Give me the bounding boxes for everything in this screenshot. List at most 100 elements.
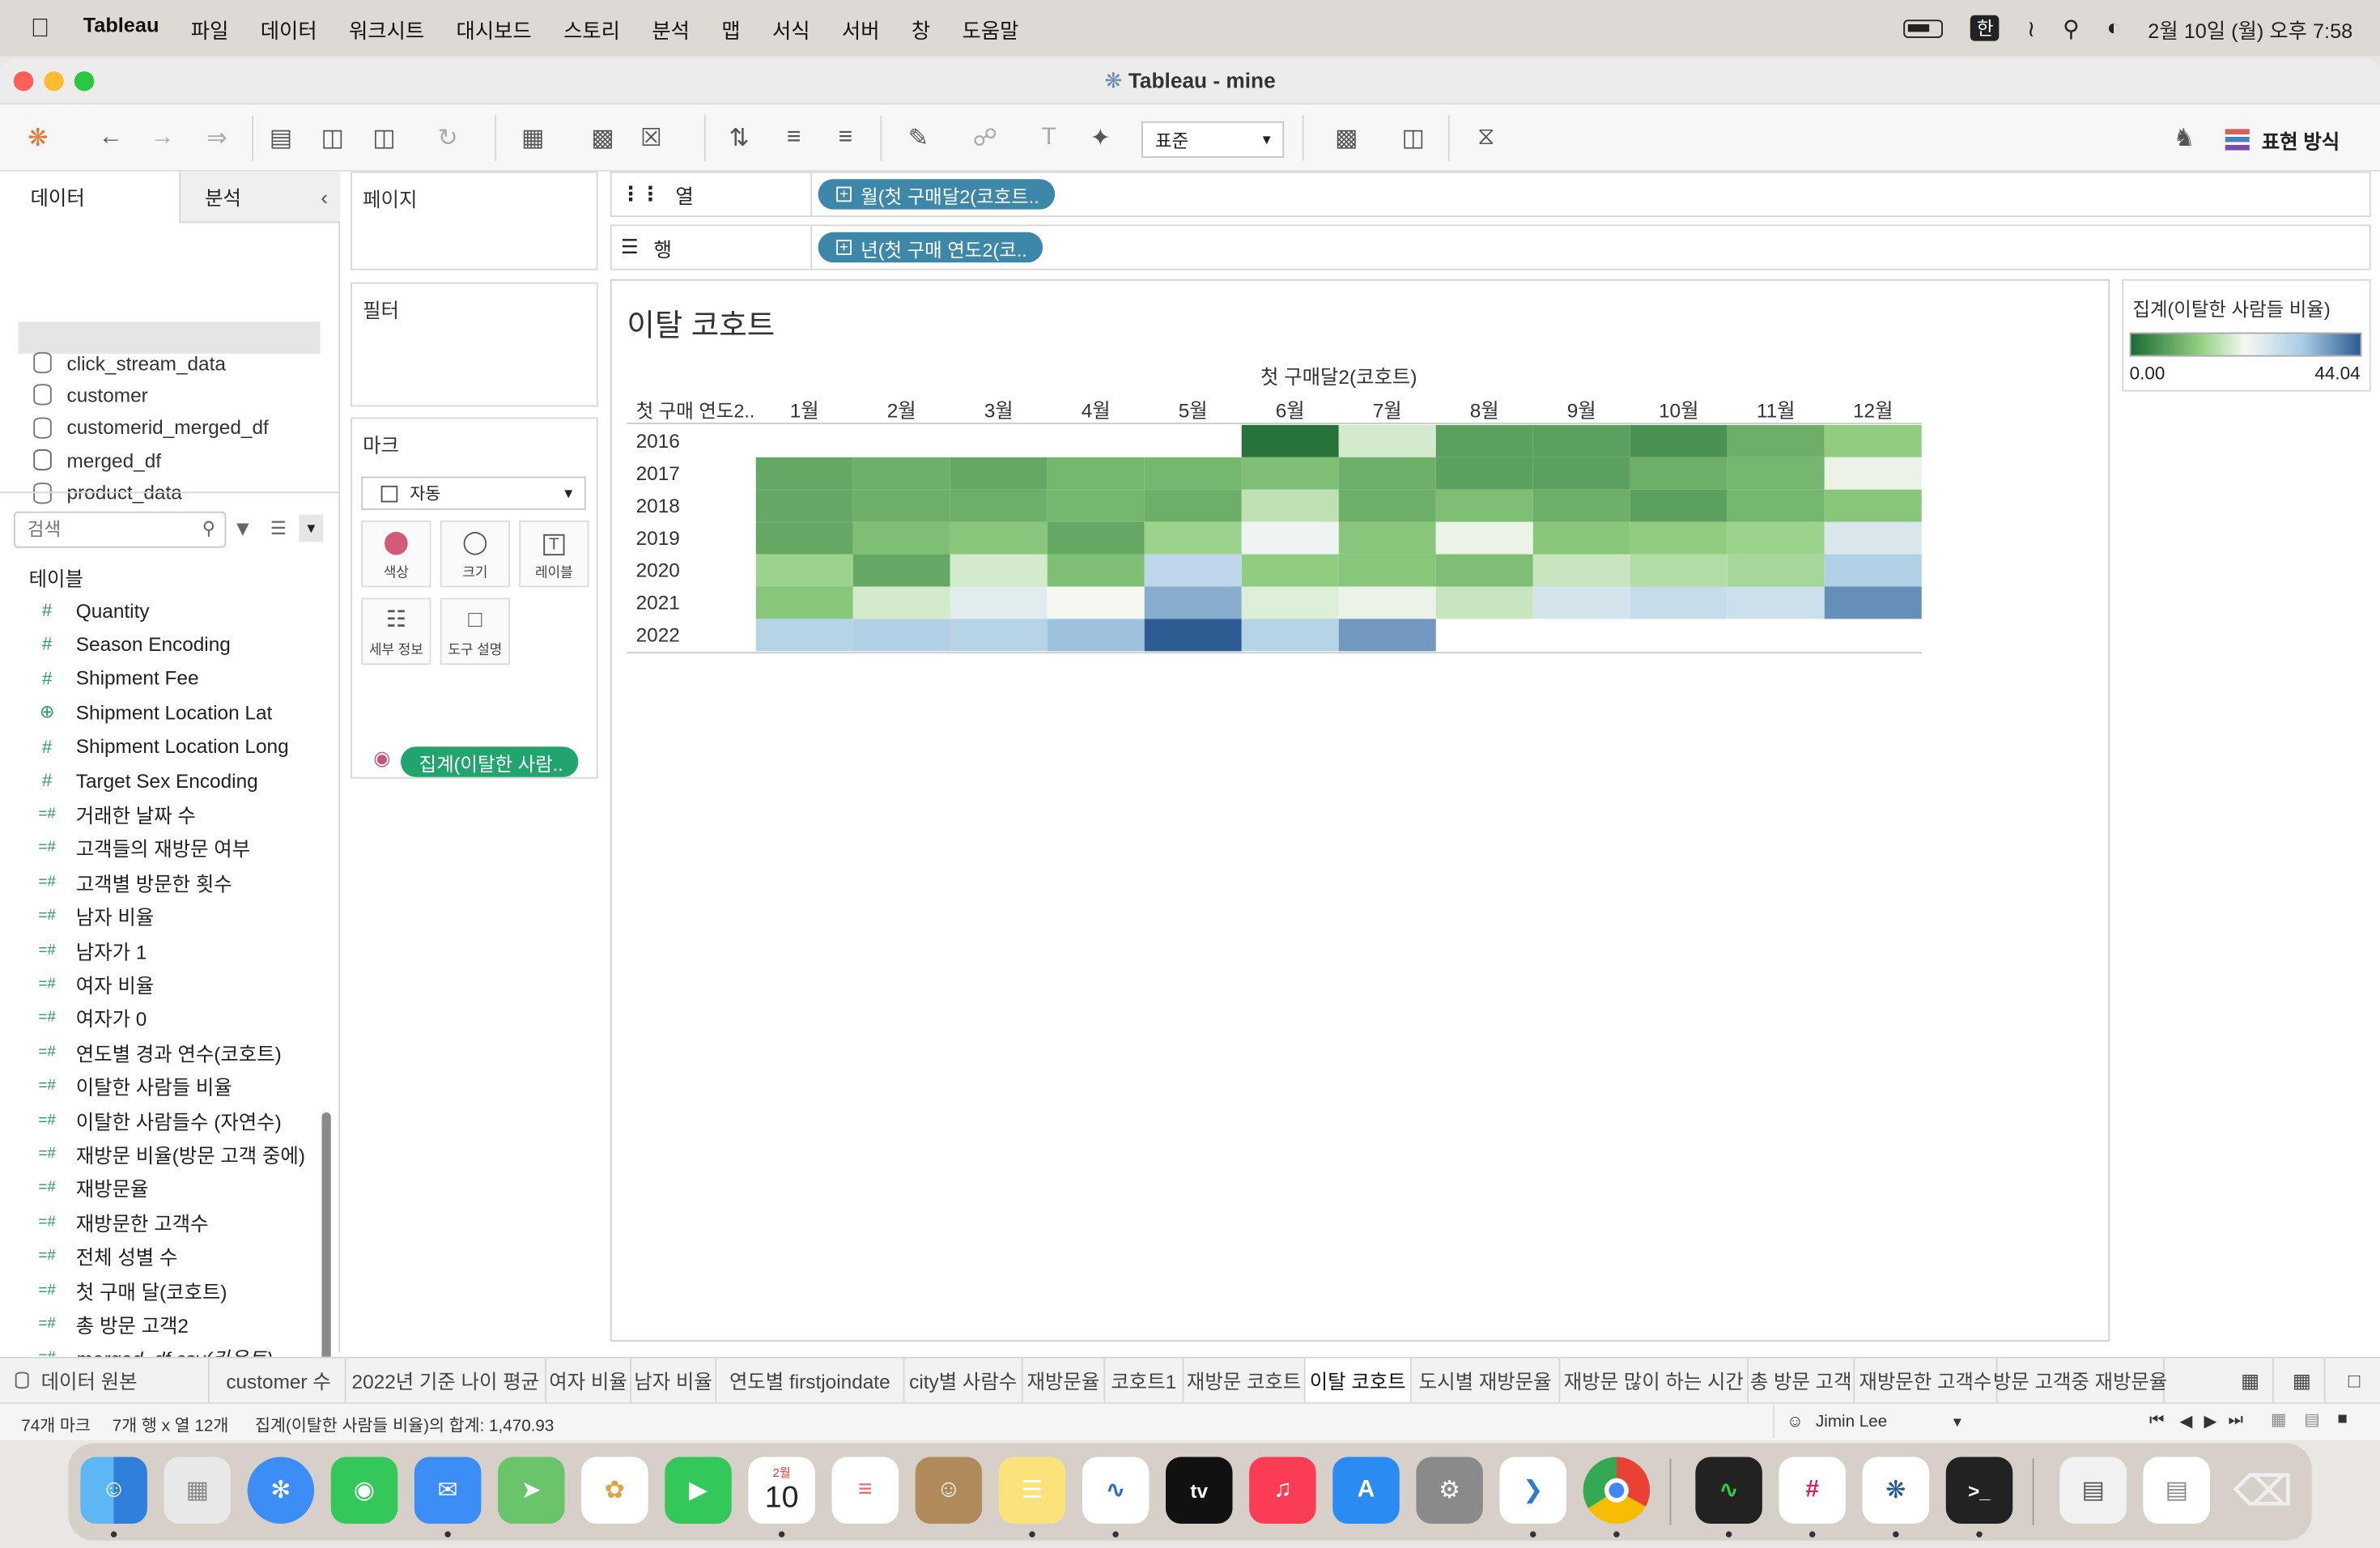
recent-window-icon[interactable]: ▤ xyxy=(2143,1457,2210,1524)
app-menu[interactable]: Tableau xyxy=(83,13,159,43)
field-item[interactable]: =# 재방문 비율(방문 고객 중에) xyxy=(33,1139,305,1169)
heatmap-cell[interactable] xyxy=(1532,489,1630,522)
field-item[interactable]: # Season Encoding xyxy=(33,629,231,659)
sheet-tab[interactable]: 여자 비율 xyxy=(546,1358,631,1403)
field-item[interactable]: =# 거래한 날짜 수 xyxy=(33,799,195,829)
field-item[interactable]: =# 남자가 1 xyxy=(33,935,147,965)
new-story-tab-icon[interactable]: □ xyxy=(2331,1359,2377,1402)
heatmap-cell[interactable] xyxy=(1338,424,1436,457)
heatmap-cell[interactable] xyxy=(1824,424,1922,457)
sheet-tab[interactable]: 2022년 기준 나이 평균 xyxy=(346,1358,546,1403)
clear-sheet-icon[interactable]: ☒ xyxy=(631,120,671,156)
menu-item[interactable]: 분석 xyxy=(652,13,690,43)
control-center-icon[interactable]: ◐ xyxy=(2107,15,2121,41)
heatmap-cell[interactable] xyxy=(755,521,853,555)
heatmap-cell[interactable] xyxy=(852,521,950,555)
field-item[interactable]: =# 여자 비율 xyxy=(33,969,154,999)
photos-icon[interactable]: ✿ xyxy=(581,1457,648,1524)
trash-icon[interactable]: ⌫ xyxy=(2229,1457,2297,1524)
new-worksheet-tab-icon[interactable]: ▦ xyxy=(2229,1358,2274,1403)
heatmap-cell[interactable] xyxy=(1338,586,1436,619)
tooltip-mark-button[interactable]: □ 도구 설명 xyxy=(440,598,510,666)
heatmap-cell[interactable] xyxy=(1338,457,1436,490)
field-item[interactable]: =# 총 방문 고객2 xyxy=(33,1309,189,1339)
heatmap-cell[interactable] xyxy=(1144,586,1242,619)
save-icon[interactable]: ▤ xyxy=(261,120,301,156)
heatmap-cell[interactable] xyxy=(852,619,950,652)
field-item[interactable]: =# 고객별 방문한 횟수 xyxy=(33,867,232,897)
show-cards-icon[interactable]: ▩ xyxy=(1327,120,1366,156)
sheet-tab[interactable]: 이탈 코호트 xyxy=(1305,1358,1412,1403)
size-mark-button[interactable]: ◯ 크기 xyxy=(440,520,510,588)
battery-icon[interactable] xyxy=(1903,19,1944,37)
back-icon[interactable]: ← xyxy=(91,120,131,156)
search-box[interactable]: ⚲ xyxy=(13,511,227,548)
heatmap-cell[interactable] xyxy=(755,586,853,619)
heatmap-cell[interactable] xyxy=(1047,554,1145,587)
heatmap-cell[interactable] xyxy=(1532,457,1630,490)
heatmap-cell[interactable] xyxy=(1144,619,1242,652)
sheet-tab[interactable]: 남자 비율 xyxy=(631,1358,716,1403)
field-item[interactable]: ⊕ Shipment Location Lat xyxy=(33,697,273,727)
tableau-icon[interactable]: ❋ xyxy=(1862,1457,1930,1524)
sheet-tab[interactable]: customer 수 xyxy=(213,1358,346,1403)
heatmap-cell[interactable] xyxy=(1630,586,1728,619)
heatmap-cell[interactable] xyxy=(1338,489,1436,522)
apple-tv-icon[interactable]: tv xyxy=(1166,1457,1233,1524)
viz-canvas[interactable]: 이탈 코호트 첫 구매달2(코호트) 첫 구매 연도2.. 1월 2월 3월 4월 5월 6월… xyxy=(610,279,2110,1342)
heatmap-cell[interactable] xyxy=(1630,521,1728,555)
chrome-icon[interactable] xyxy=(1583,1457,1651,1524)
heatmap-cell[interactable] xyxy=(852,586,950,619)
heatmap-cell[interactable] xyxy=(852,554,950,587)
tableau-home-icon[interactable]: ❋ xyxy=(19,120,58,156)
columns-shelf[interactable]: ⋮⋮ 열 + 월(첫 구매달2(코호트.. xyxy=(610,171,2371,218)
heatmap-cell[interactable] xyxy=(1047,586,1145,619)
safari-icon[interactable]: ✻ xyxy=(247,1457,315,1524)
presentation-mode-icon[interactable]: ◫ xyxy=(1393,120,1433,156)
menu-item[interactable]: 워크시트 xyxy=(349,13,424,43)
heatmap-cell[interactable] xyxy=(1241,457,1339,490)
fit-select[interactable]: 표준 ▼ xyxy=(1141,121,1285,158)
field-item[interactable]: =# 전체 성별 수 xyxy=(33,1241,177,1271)
terminal-icon[interactable]: >_ xyxy=(1945,1457,2013,1524)
wifi-icon[interactable]: ≀ xyxy=(2027,15,2036,42)
heatmap-cell[interactable] xyxy=(1435,586,1533,619)
heatmap-cell[interactable] xyxy=(755,489,853,522)
heatmap-cell[interactable] xyxy=(1824,457,1922,490)
heatmap-cell[interactable] xyxy=(1727,554,1825,587)
messages-icon[interactable]: ◉ xyxy=(330,1457,398,1524)
calendar-icon[interactable]: 2월 10 xyxy=(748,1457,815,1524)
menu-item[interactable]: 서버 xyxy=(842,13,880,43)
heatmap-cell[interactable] xyxy=(1532,554,1630,587)
sheet-tab[interactable]: 재방문한 고객수 xyxy=(1855,1358,1998,1403)
first-sheet-icon[interactable]: ⏮ xyxy=(2149,1411,2165,1431)
new-datasource-icon[interactable]: ◫ xyxy=(312,120,352,156)
heatmap-cell[interactable] xyxy=(1047,521,1145,555)
heatmap-cell[interactable] xyxy=(1824,554,1922,587)
heatmap-cell[interactable] xyxy=(1532,521,1630,555)
heatmap-cell[interactable] xyxy=(1241,554,1339,587)
menu-item[interactable]: 대시보드 xyxy=(457,13,532,43)
label-mark-button[interactable]: T 레이블 xyxy=(519,520,589,588)
detail-mark-button[interactable]: ☷ 세부 정보 xyxy=(361,598,431,666)
field-item[interactable]: =# 이탈한 사람들 비율 xyxy=(33,1071,232,1101)
heatmap-cell[interactable] xyxy=(1435,424,1533,457)
launchpad-icon[interactable]: ▦ xyxy=(164,1457,231,1524)
menu-item[interactable]: 도움말 xyxy=(963,13,1019,43)
heatmap-cell[interactable] xyxy=(1727,457,1825,490)
heatmap-cell[interactable] xyxy=(1338,619,1436,652)
redirect-icon[interactable]: ⇒ xyxy=(198,120,237,156)
heatmap-cell[interactable] xyxy=(1630,457,1728,490)
datasource-options-icon[interactable]: ◫ xyxy=(364,120,404,156)
heatmap-cell[interactable] xyxy=(1727,489,1825,522)
heatmap-cell[interactable] xyxy=(1144,521,1242,555)
heatmap-cell[interactable] xyxy=(1630,424,1728,457)
cohort-heatmap[interactable]: 첫 구매달2(코호트) 첫 구매 연도2.. 1월 2월 3월 4월 5월 6월 7월 8월 9월 1… xyxy=(612,281,2112,736)
view-options-dropdown-icon[interactable]: ▼ xyxy=(299,514,324,542)
input-method-indicator[interactable]: 한 xyxy=(1970,15,2000,41)
sheet-tab[interactable]: city별 사람수 xyxy=(905,1358,1023,1403)
sheet-tab[interactable]: 도시별 재방문율 xyxy=(1412,1358,1561,1403)
field-item[interactable]: # Quantity xyxy=(33,595,150,625)
prev-sheet-icon[interactable]: ◀ xyxy=(2180,1411,2193,1431)
sort-descending-icon[interactable]: ≡ xyxy=(826,120,865,156)
